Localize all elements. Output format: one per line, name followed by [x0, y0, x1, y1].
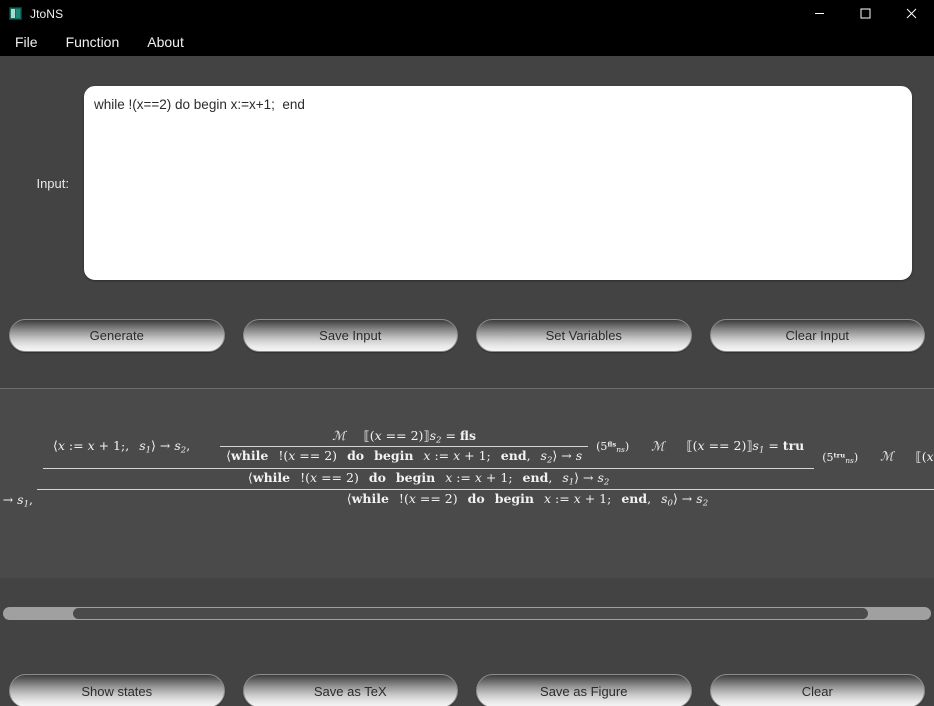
script-b-symbol-3: ℳ [880, 448, 894, 464]
derivation-fraction-mid: ⟨x := x + 1;, s1⟩ → s2, ℳ ⟦(x == 2)⟧s2 = … [42, 426, 815, 488]
save-as-tex-button[interactable]: Save as TeX [242, 674, 458, 706]
assign-premise: ⟨x := x + 1;, s1⟩ → s2, [52, 438, 191, 456]
while-judgement-conclusion: ⟨while !(x == 2) do begin x := x + 1; end, s0⟩… [346, 491, 709, 509]
clear-button[interactable]: Clear [709, 674, 925, 706]
derivation-numerator-inner: ℳ ⟦(x == 2)⟧s2 = fls [220, 427, 589, 448]
derivation-canvas: s0⟩ → s1, ⟨x := x + 1;,s1⟩ → s2, [0, 389, 934, 578]
menu-bar: File Function About [0, 27, 934, 56]
while-judgement-top: ⟨while !(x == 2) do begin x := x + 1; end, s2⟩… [226, 448, 583, 466]
maximize-icon [860, 8, 871, 19]
input-row: Input: while !(x==2) do begin x:=x+1; en… [0, 84, 934, 282]
minimize-button[interactable] [796, 0, 842, 27]
window-title: JtoNS [30, 6, 64, 21]
bool-premise-tru-s0: ⟦(x == 2)⟧s0 = [915, 448, 934, 464]
derivation-numerator-mid: ⟨x := x + 1;, s1⟩ → s2, ℳ ⟦(x == 2)⟧s2 = … [42, 426, 815, 469]
title-bar-left: JtoNS [0, 7, 63, 21]
scrollbar-thumb[interactable] [73, 608, 868, 619]
script-b-symbol-2: ℳ [651, 438, 665, 454]
derivation-left-premise: s0⟩ → s1, [0, 492, 33, 510]
menu-item-file[interactable]: File [14, 33, 39, 51]
clear-input-button[interactable]: Clear Input [709, 319, 925, 352]
close-button[interactable] [888, 0, 934, 27]
bottom-button-row: Show states Save as TeX Save as Figure C… [0, 674, 934, 706]
input-textarea[interactable]: while !(x==2) do begin x:=x+1; end [84, 86, 912, 280]
maximize-button[interactable] [842, 0, 888, 27]
save-input-button[interactable]: Save Input [242, 319, 458, 352]
show-states-button[interactable]: Show states [9, 674, 225, 706]
set-variables-button[interactable]: Set Variables [476, 319, 692, 352]
app-icon [9, 7, 22, 20]
menu-item-about[interactable]: About [146, 33, 185, 51]
menu-item-function[interactable]: Function [65, 33, 121, 51]
derivation-output-panel: s0⟩ → s1, ⟨x := x + 1;,s1⟩ → s2, [0, 388, 934, 578]
minimize-icon [814, 8, 825, 19]
derivation-tree: s0⟩ → s1, ⟨x := x + 1;,s1⟩ → s2, [0, 425, 934, 510]
input-label: Input: [36, 175, 69, 191]
title-bar: JtoNS [0, 0, 934, 27]
generate-button[interactable]: Generate [9, 319, 225, 352]
application-window: JtoNS File Function About Input: while !… [0, 0, 934, 706]
close-icon [906, 8, 917, 19]
top-button-row: Generate Save Input Set Variables Clear … [0, 319, 934, 352]
main-body: Input: while !(x==2) do begin x:=x+1; en… [0, 56, 934, 706]
derivation-numerator-outer: ⟨x := x + 1;, s1⟩ → s2, ℳ ⟦(x == 2)⟧s2 = … [36, 425, 934, 491]
derivation-fraction-inner: ℳ ⟦(x == 2)⟧s2 = fls ⟨while !(x == 2) do be… [220, 427, 589, 467]
horizontal-scrollbar[interactable] [3, 607, 931, 620]
save-as-figure-button[interactable]: Save as Figure [476, 674, 692, 706]
script-b-symbol-1: ℳ [332, 428, 346, 443]
rule-label-tru: (5truns) [822, 450, 859, 465]
bool-premise-tru-s1: ⟦(x == 2)⟧s1 = tru [686, 438, 805, 456]
derivation-fraction-outer: ⟨x := x + 1;, s1⟩ → s2, ℳ ⟦(x == 2)⟧s2 = … [36, 425, 934, 510]
window-controls [796, 0, 934, 27]
while-judgement-mid: ⟨while !(x == 2) do begin x := x + 1; end, s1⟩… [247, 469, 610, 488]
rule-label-fls: (5flsns) [596, 440, 630, 455]
